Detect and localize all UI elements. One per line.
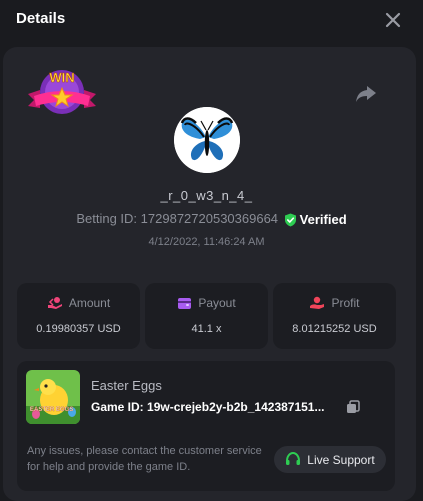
amount-label: Amount bbox=[68, 296, 111, 310]
profit-stat-head: Profit bbox=[273, 296, 396, 310]
support-note: Any issues, please contact the customer … bbox=[27, 445, 262, 473]
game-id-value: 19w-crejeb2y-b2b_142387151... bbox=[147, 400, 325, 414]
hand-profit-icon bbox=[310, 296, 325, 309]
betting-id-value: 1729872720530369664 bbox=[140, 211, 279, 226]
game-thumbnail[interactable]: EASTER EGGS bbox=[26, 370, 80, 424]
verified-shield-icon bbox=[284, 213, 296, 227]
details-header: Details bbox=[0, 0, 423, 40]
game-thumb-text: EASTER EGGS bbox=[30, 407, 73, 413]
game-id-label: Game ID: bbox=[91, 400, 144, 414]
game-id: Game ID: 19w-crejeb2y-b2b_142387151... bbox=[91, 400, 343, 414]
win-badge-icon: WIN bbox=[28, 70, 96, 114]
bet-timestamp: 4/12/2022, 11:46:24 AM bbox=[148, 236, 265, 248]
game-info-box: EASTER EGGS Easter Eggs Game ID: 19w-cre… bbox=[17, 361, 395, 491]
butterfly-avatar-icon bbox=[174, 107, 240, 173]
wallet-icon bbox=[178, 297, 192, 309]
profit-stat: Profit 8.01215252 USD bbox=[273, 283, 396, 349]
copy-icon[interactable] bbox=[346, 400, 360, 414]
win-badge-text: WIN bbox=[49, 70, 74, 85]
payout-value: 41.1 x bbox=[191, 323, 222, 335]
profit-value: 8.01215252 USD bbox=[292, 323, 377, 335]
username: _r_0_w3_n_4_ bbox=[160, 188, 253, 203]
avatar bbox=[174, 107, 240, 173]
verified-label: Verified bbox=[299, 212, 347, 228]
payout-stat: Payout 41.1 x bbox=[145, 283, 268, 349]
easter-chick-icon: EASTER EGGS bbox=[26, 370, 80, 424]
amount-value: 0.19980357 USD bbox=[36, 323, 121, 335]
betting-id-label: Betting ID: bbox=[76, 211, 138, 226]
page-title: Details bbox=[16, 10, 66, 27]
amount-stat-head: Amount bbox=[17, 296, 140, 310]
betting-id-row: Betting ID: 1729872720530369664 Verified bbox=[0, 211, 423, 227]
headset-icon bbox=[286, 452, 301, 465]
live-support-button[interactable]: Live Support bbox=[274, 446, 386, 473]
game-name: Easter Eggs bbox=[91, 378, 162, 393]
close-icon[interactable] bbox=[383, 10, 403, 30]
hand-coins-icon bbox=[47, 297, 62, 309]
share-icon[interactable] bbox=[355, 84, 377, 104]
amount-stat: Amount 0.19980357 USD bbox=[17, 283, 140, 349]
payout-stat-head: Payout bbox=[145, 296, 268, 310]
live-support-label: Live Support bbox=[307, 452, 375, 467]
payout-label: Payout bbox=[198, 296, 236, 310]
verified-badge: Verified bbox=[284, 212, 347, 227]
profit-label: Profit bbox=[331, 296, 360, 310]
